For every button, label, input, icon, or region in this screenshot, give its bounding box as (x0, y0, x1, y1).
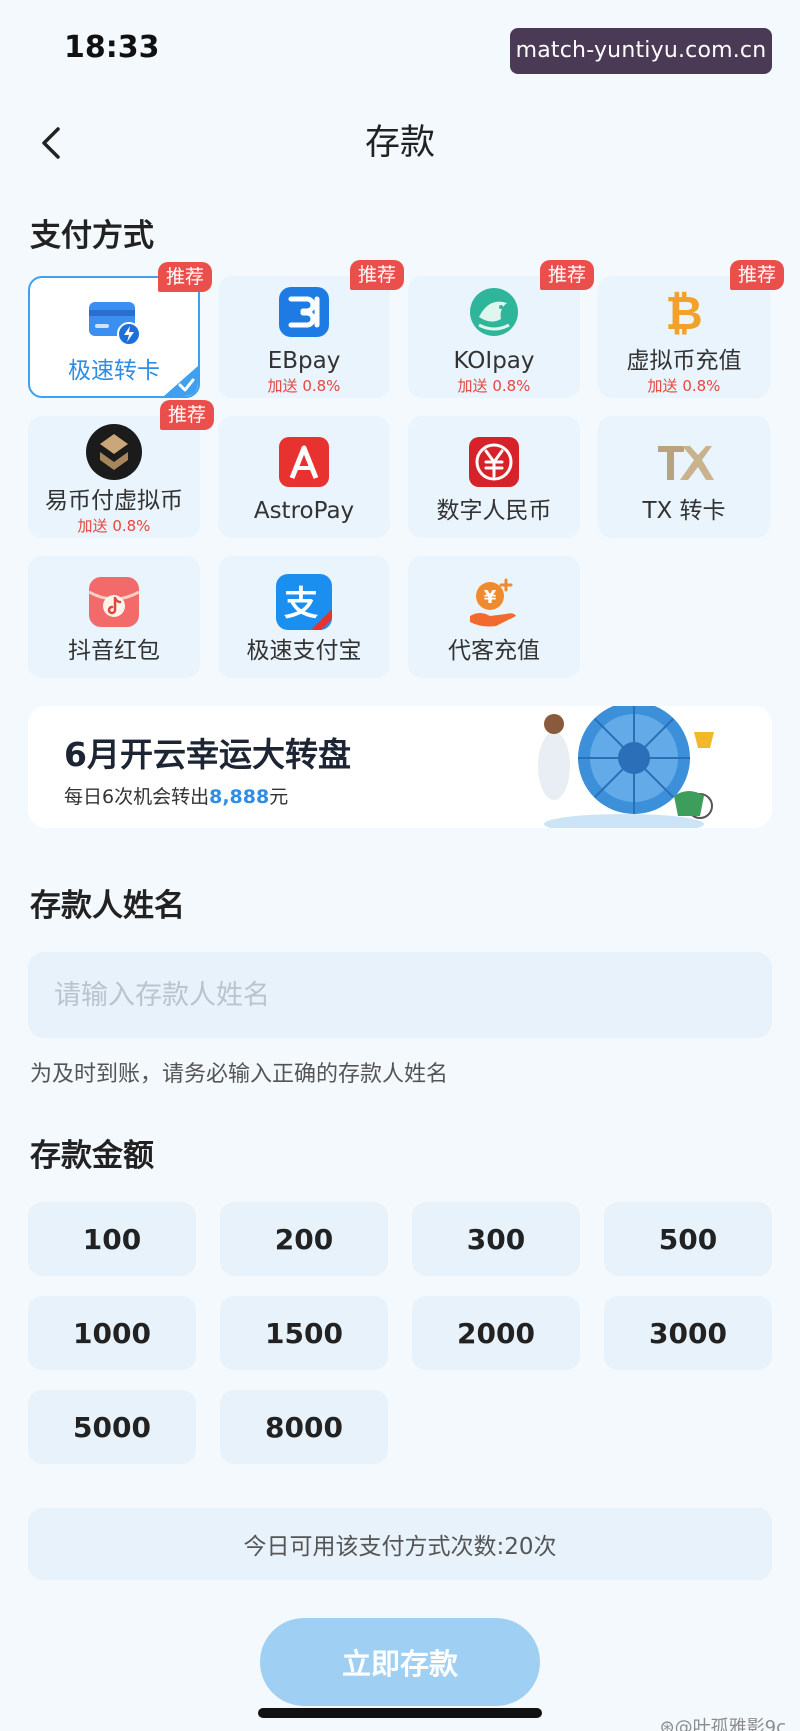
amount-option-1000[interactable]: 1000 (28, 1296, 196, 1370)
deposit-now-button[interactable]: 立即存款 (260, 1618, 540, 1706)
depositor-section-title: 存款人姓名 (30, 888, 185, 924)
lucky-wheel-illustration (538, 706, 714, 828)
ebpay-icon (274, 282, 334, 342)
payment-method-label: EBpay (267, 348, 341, 374)
bonus-text: 加送 0.8% (647, 377, 721, 395)
payment-method-label: 易币付虚拟币 (45, 488, 183, 514)
lucky-wheel-banner[interactable]: 6月开云幸运大转盘 每日6次机会转出8,888元 (28, 706, 772, 828)
bitcoin-icon: ₿ (654, 282, 714, 342)
payment-method-label: KOIpay (453, 348, 535, 374)
home-indicator[interactable] (258, 1708, 542, 1718)
payment-method-tx-card[interactable]: TX 转卡 (598, 416, 770, 538)
payment-method-label: TX 转卡 (642, 498, 726, 524)
amount-option-1500[interactable]: 1500 (220, 1296, 388, 1370)
depositor-name-input[interactable] (28, 952, 772, 1038)
status-time: 18:33 (64, 30, 160, 65)
banner-title: 6月开云幸运大转盘 (64, 735, 351, 774)
koi-fish-icon (464, 282, 524, 342)
recommend-badge: 推荐 (729, 260, 784, 290)
digital-rmb-icon (464, 432, 524, 492)
astropay-icon (274, 432, 334, 492)
tx-icon (654, 432, 714, 492)
yibifu-icon (84, 422, 144, 482)
payment-method-digital-rmb[interactable]: 数字人民币 (408, 416, 580, 538)
banner-sub-suffix: 元 (269, 786, 289, 808)
amount-option-2000[interactable]: 2000 (412, 1296, 580, 1370)
usage-remaining-info: 今日可用该支付方式次数:20次 (28, 1508, 772, 1580)
payment-method-label: 代客充值 (448, 638, 540, 664)
bonus-text: 加送 0.8% (77, 517, 151, 535)
recommend-badge: 推荐 (349, 260, 404, 290)
amount-option-200[interactable]: 200 (220, 1202, 388, 1276)
amount-option-3000[interactable]: 3000 (604, 1296, 772, 1370)
payment-method-grid: 极速转卡 推荐 EBpay 加送 0.8% 推荐 KOIpay 加送 0.8% … (28, 260, 784, 678)
payment-method-label: 虚拟币充值 (626, 348, 742, 374)
payment-method-ebpay[interactable]: EBpay 加送 0.8% 推荐 (218, 260, 404, 398)
depositor-hint: 为及时到账，请务必输入正确的存款人姓名 (30, 1062, 449, 1087)
recommend-badge: 推荐 (157, 262, 212, 292)
deposit-page: 18:33 match-yuntiyu.com.cn 存款 支付方式 极速转卡 … (0, 0, 800, 1731)
svg-text:¥: ¥ (484, 587, 497, 608)
alipay-icon: 支 (274, 572, 334, 632)
corner-watermark: ⊛@叶孤雅影9c (659, 1717, 786, 1731)
selected-check-icon (164, 366, 198, 396)
payment-method-alipay[interactable]: 支 极速支付宝 (218, 556, 390, 678)
amount-option-100[interactable]: 100 (28, 1202, 196, 1276)
recommend-badge: 推荐 (539, 260, 594, 290)
douyin-redpacket-icon (84, 572, 144, 632)
banner-subtitle: 每日6次机会转出8,888元 (64, 782, 288, 809)
payment-method-yibifu[interactable]: 易币付虚拟币 加送 0.8% 推荐 (28, 400, 214, 538)
payment-section-title: 支付方式 (30, 218, 154, 254)
amount-option-8000[interactable]: 8000 (220, 1390, 388, 1464)
banner-sub-amount: 8,888 (209, 786, 270, 808)
payment-method-agent-topup[interactable]: ¥ 代客充值 (408, 556, 580, 678)
amount-section-title: 存款金额 (30, 1138, 154, 1174)
svg-text:₿: ₿ (665, 286, 703, 339)
watermark-overlay: match-yuntiyu.com.cn (510, 28, 772, 74)
agent-topup-icon: ¥ (464, 572, 524, 632)
bonus-text: 加送 0.8% (267, 377, 341, 395)
banner-sub-prefix: 每日6次机会转出 (64, 786, 210, 808)
payment-method-koipay[interactable]: KOIpay 加送 0.8% 推荐 (408, 260, 594, 398)
page-title: 存款 (364, 123, 435, 163)
amount-option-5000[interactable]: 5000 (28, 1390, 196, 1464)
amount-option-500[interactable]: 500 (604, 1202, 772, 1276)
payment-method-label: AstroPay (253, 498, 355, 524)
payment-method-label: 数字人民币 (436, 498, 552, 524)
svg-text:支: 支 (284, 584, 318, 624)
payment-method-douyin[interactable]: 抖音红包 (28, 556, 200, 678)
payment-method-label: 极速转卡 (68, 358, 160, 384)
bank-card-icon (84, 292, 144, 352)
recommend-badge: 推荐 (159, 400, 214, 430)
amount-option-300[interactable]: 300 (412, 1202, 580, 1276)
bonus-text: 加送 0.8% (457, 377, 531, 395)
payment-method-label: 极速支付宝 (246, 638, 362, 664)
payment-method-fast-card[interactable]: 极速转卡 推荐 (28, 262, 212, 398)
payment-method-crypto[interactable]: ₿ 虚拟币充值 加送 0.8% 推荐 (598, 260, 784, 398)
amount-option-grid: 100 200 300 500 1000 1500 2000 3000 5000… (28, 1202, 773, 1464)
payment-method-astropay[interactable]: AstroPay (218, 416, 390, 538)
payment-method-label: 抖音红包 (68, 638, 160, 664)
